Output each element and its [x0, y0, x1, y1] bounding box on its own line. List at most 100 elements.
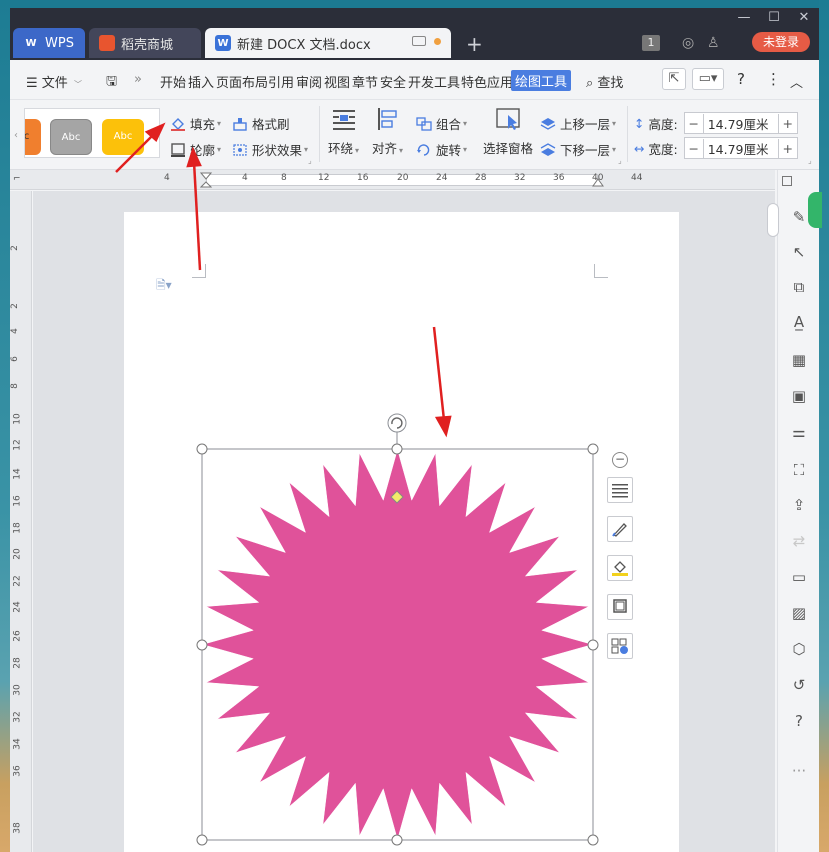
- ruler-tick: 20: [397, 173, 409, 183]
- wrap-text-icon: [332, 110, 355, 130]
- width-value[interactable]: 14.79厘米: [702, 138, 779, 158]
- height-value[interactable]: 14.79厘米: [702, 113, 779, 133]
- save-icon[interactable]: 🖫: [106, 72, 117, 94]
- maximize-icon[interactable]: ☐: [762, 10, 786, 25]
- menu-review[interactable]: 审阅: [296, 72, 322, 91]
- vertical-ruler[interactable]: 2 2 4 6 8 10 12 14 16 18 20 22 24 26 28 …: [10, 191, 32, 852]
- skin-icon[interactable]: ◎: [682, 35, 694, 51]
- vertical-scrollbar[interactable]: [767, 203, 779, 237]
- floating-assistant-tab[interactable]: [808, 192, 822, 228]
- collapse-ribbon-icon[interactable]: ︿: [790, 72, 803, 91]
- rotate-button[interactable]: 旋转 ▾: [416, 140, 467, 159]
- horizontal-ruler[interactable]: ⌐ 4 4 8 12 16 20 24 28 32 36 40 44: [10, 170, 775, 190]
- login-button[interactable]: 未登录: [752, 32, 810, 52]
- shape-fill-button[interactable]: [607, 555, 633, 581]
- indent-marker-icon[interactable]: [200, 172, 212, 190]
- dialog-launcher-icon[interactable]: ⌟: [618, 156, 622, 165]
- monitor-icon[interactable]: [412, 36, 426, 46]
- collapse-quick-toolbar-icon[interactable]: −: [612, 452, 628, 468]
- more-icon[interactable]: ⋮: [766, 70, 781, 88]
- height-decrease-button[interactable]: −: [685, 116, 703, 131]
- selection-pane-button[interactable]: 选择窗格: [483, 106, 533, 157]
- format-brush-button[interactable]: 格式刷: [232, 114, 290, 133]
- menu-chapter[interactable]: 章节: [352, 72, 378, 91]
- tab-stop-icon[interactable]: ⌐: [13, 174, 21, 184]
- translate-icon[interactable]: ⇄: [790, 532, 808, 550]
- help-icon[interactable]: ?: [737, 70, 745, 88]
- dialog-launcher-icon[interactable]: ⌟: [808, 156, 812, 165]
- settings-sliders-icon[interactable]: ⚌: [790, 423, 808, 441]
- picture-icon[interactable]: ▨: [790, 604, 808, 622]
- shape-style-yellow[interactable]: Abc: [102, 119, 144, 155]
- menu-view[interactable]: 视图: [324, 72, 350, 91]
- shield-icon[interactable]: ⬡: [790, 640, 808, 658]
- pen-icon[interactable]: ✎: [790, 208, 808, 226]
- shapes-icon[interactable]: ⧉: [790, 278, 808, 296]
- bring-forward-button[interactable]: 上移一层 ▾: [540, 114, 616, 133]
- group-button[interactable]: 组合 ▾: [416, 114, 467, 133]
- share-export-icon[interactable]: ⇪: [790, 496, 808, 514]
- shape-effect-button[interactable]: 形状效果 ▾: [232, 140, 308, 159]
- right-indent-marker-icon[interactable]: [592, 178, 604, 188]
- menu-insert[interactable]: 插入: [188, 72, 214, 91]
- selection-pane-icon: [496, 108, 520, 130]
- menu-security[interactable]: 安全: [380, 72, 406, 91]
- tab-wps[interactable]: W WPS: [13, 28, 85, 58]
- shirt-icon[interactable]: ♙: [707, 35, 720, 51]
- window-count-badge[interactable]: 1: [642, 35, 660, 51]
- text-style-icon[interactable]: A̲: [790, 313, 808, 331]
- outline-button[interactable]: 轮廓 ▾: [170, 140, 221, 159]
- archive-icon[interactable]: ▭: [790, 568, 808, 586]
- more-chevron-icon[interactable]: »: [134, 72, 142, 87]
- menu-start[interactable]: 开始: [160, 72, 186, 91]
- comment-icon[interactable]: ▭▾: [692, 68, 724, 90]
- gallery-expand-icon[interactable]: ▾: [151, 126, 156, 137]
- minimize-icon[interactable]: —: [732, 10, 756, 25]
- send-backward-label: 下移一层: [560, 143, 611, 158]
- close-icon[interactable]: ✕: [792, 10, 816, 25]
- more-dots-icon[interactable]: ···: [790, 762, 808, 780]
- height-field[interactable]: − 14.79厘米 +: [683, 112, 798, 134]
- ruler-tick: 8: [281, 173, 287, 183]
- cursor-icon[interactable]: ↖: [790, 243, 808, 261]
- desktop-background-right: [819, 0, 829, 852]
- fill-button[interactable]: 填充 ▾: [170, 114, 221, 133]
- search-button[interactable]: ⌕ 查找: [586, 72, 623, 91]
- shape-style-gray[interactable]: Abc: [50, 119, 92, 155]
- tab-document[interactable]: W 新建 DOCX 文档.docx: [205, 28, 451, 58]
- layout-options-button[interactable]: [607, 477, 633, 503]
- tab-daoke-store[interactable]: 稻壳商城: [89, 28, 201, 58]
- tab-drawing-tools[interactable]: 绘图工具: [511, 70, 572, 91]
- send-backward-button[interactable]: 下移一层 ▾: [540, 140, 616, 159]
- align-button[interactable]: 对齐 ▾: [372, 106, 403, 157]
- menu-page-layout[interactable]: 页面布局: [216, 72, 268, 91]
- table-icon[interactable]: ▦: [790, 351, 808, 369]
- split-view-icon[interactable]: [782, 176, 792, 186]
- width-increase-button[interactable]: +: [779, 141, 797, 156]
- width-decrease-button[interactable]: −: [685, 141, 703, 156]
- shape-outline-button[interactable]: [607, 594, 633, 620]
- height-increase-button[interactable]: +: [779, 116, 797, 131]
- ruler-tick: 8: [10, 383, 20, 389]
- paragraph-doc-icon[interactable]: 🗎▾: [156, 276, 172, 297]
- document-canvas[interactable]: 🗎▾: [33, 191, 775, 852]
- ruler-tick: 24: [436, 173, 448, 183]
- grid-icon[interactable]: ▣: [790, 387, 808, 405]
- document-page[interactable]: 🗎▾: [124, 212, 679, 852]
- menu-dev-tools[interactable]: 开发工具: [408, 72, 460, 91]
- scroll-left-icon[interactable]: ‹: [14, 130, 18, 141]
- history-icon[interactable]: ↺: [790, 676, 808, 694]
- more-shape-options-button[interactable]: [607, 633, 633, 659]
- shape-style-orange[interactable]: Abc: [25, 119, 41, 155]
- width-field[interactable]: − 14.79厘米 +: [683, 137, 798, 159]
- menu-references[interactable]: 引用: [268, 72, 294, 91]
- file-menu[interactable]: ☰ 文件 ﹀: [26, 72, 82, 91]
- image-layout-icon[interactable]: ⛶: [790, 461, 808, 479]
- dialog-launcher-icon[interactable]: ⌟: [308, 156, 312, 165]
- wrap-button[interactable]: 环绕 ▾: [328, 106, 359, 157]
- menu-features[interactable]: 特色应用: [461, 72, 513, 91]
- new-tab-button[interactable]: +: [466, 32, 483, 56]
- help-circle-icon[interactable]: ?: [790, 712, 808, 730]
- shape-style-button[interactable]: [607, 516, 633, 542]
- share-icon[interactable]: ⇱: [662, 68, 686, 90]
